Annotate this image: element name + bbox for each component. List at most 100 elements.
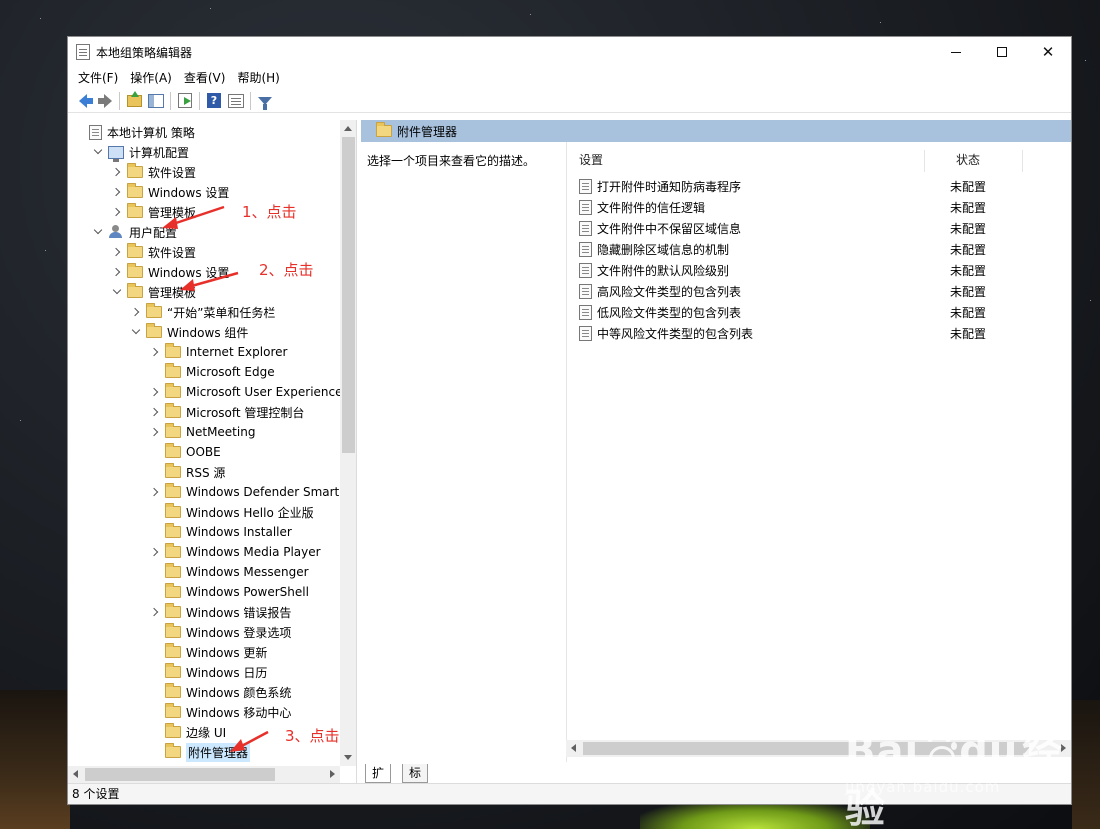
tree-item[interactable]: Microsoft 管理控制台 — [148, 402, 304, 422]
tree-item[interactable]: Windows 登录选项 — [148, 622, 291, 642]
scroll-thumb[interactable] — [342, 137, 355, 453]
tree-item[interactable]: Windows Messenger — [148, 562, 309, 582]
chevron-glyph — [93, 145, 103, 155]
chevron-right-icon[interactable] — [110, 242, 124, 262]
tree-item[interactable]: 软件设置 — [110, 162, 196, 182]
chevron-right-icon[interactable] — [148, 482, 162, 502]
chevron-right-icon[interactable] — [148, 422, 162, 442]
star — [40, 18, 41, 19]
tree-item-label: Windows Defender SmartScre — [186, 485, 357, 499]
scroll-left-icon[interactable] — [73, 770, 78, 778]
tree-horizontal-scrollbar[interactable] — [68, 766, 340, 783]
tree-item[interactable]: NetMeeting — [148, 422, 255, 442]
chevron-glyph — [131, 325, 141, 335]
tree-item[interactable]: Microsoft Edge — [148, 362, 275, 382]
tree-item[interactable]: Windows Installer — [148, 522, 292, 542]
tree-item[interactable]: Windows Defender SmartScre — [148, 482, 357, 502]
table-row[interactable]: 中等风险文件类型的包含列表 未配置 — [579, 323, 1039, 344]
table-row[interactable]: 文件附件的默认风险级别 未配置 — [579, 260, 1039, 281]
tree-item[interactable]: Microsoft User Experience Vi — [148, 382, 356, 402]
scroll-up-icon[interactable] — [344, 126, 352, 131]
table-row[interactable]: 文件附件中不保留区域信息 未配置 — [579, 218, 1039, 239]
forward-button[interactable] — [94, 90, 116, 112]
chevron-right-icon[interactable] — [110, 162, 124, 182]
chevron-right-icon[interactable] — [148, 402, 162, 422]
tree-item[interactable]: Windows 颜色系统 — [148, 682, 291, 702]
tree-item[interactable]: Windows 移动中心 — [148, 702, 291, 722]
computer-icon — [108, 145, 124, 162]
filter-button[interactable] — [254, 90, 276, 112]
tree-item[interactable]: Windows 错误报告 — [148, 602, 291, 622]
column-header-setting[interactable]: 设置 — [579, 150, 603, 170]
setting-name: 中等风险文件类型的包含列表 — [597, 327, 754, 341]
table-row[interactable]: 隐藏删除区域信息的机制 未配置 — [579, 239, 1039, 260]
folder-icon — [165, 503, 181, 518]
toolbar-separator — [199, 91, 200, 110]
chevron-right-icon[interactable] — [148, 542, 162, 562]
menu-view[interactable]: 查看(V) — [178, 67, 232, 89]
tree-item-label: Windows Media Player — [186, 545, 321, 559]
chevron-down-icon[interactable] — [91, 142, 105, 162]
toolbar: ? — [68, 89, 1071, 113]
folder-icon — [165, 663, 181, 678]
help-button[interactable]: ? — [203, 90, 225, 112]
chevron-right-icon[interactable] — [129, 302, 143, 322]
menu-file[interactable]: 文件(F) — [72, 67, 124, 89]
scroll-thumb[interactable] — [85, 768, 275, 781]
tree-item[interactable]: Windows 组件 — [129, 322, 248, 342]
tree-item-label: Windows 更新 — [186, 645, 268, 660]
chevron-glyph — [111, 187, 121, 197]
show-hide-tree-button[interactable] — [145, 90, 167, 112]
tree-item[interactable]: Windows 日历 — [148, 662, 267, 682]
up-one-level-button[interactable] — [123, 90, 145, 112]
tree-item[interactable]: “开始”菜单和任务栏 — [129, 302, 275, 322]
table-row[interactable]: 高风险文件类型的包含列表 未配置 — [579, 281, 1039, 302]
back-button[interactable] — [72, 90, 94, 112]
chevron-right-icon[interactable] — [110, 182, 124, 202]
tab-standard[interactable]: 标准 — [402, 764, 429, 799]
tree-item[interactable]: 软件设置 — [110, 242, 196, 262]
chevron-right-icon[interactable] — [148, 602, 162, 622]
column-divider[interactable] — [1022, 150, 1023, 172]
title-bar[interactable]: 本地组策略编辑器 ✕ — [68, 37, 1071, 67]
tree-vertical-scrollbar[interactable] — [340, 120, 356, 766]
menu-help[interactable]: 帮助(H) — [231, 67, 285, 89]
chevron-right-icon[interactable] — [110, 262, 124, 282]
tree-item[interactable]: Windows PowerShell — [148, 582, 309, 602]
table-row[interactable]: 打开附件时通知防病毒程序 未配置 — [579, 176, 1039, 197]
tree-item[interactable]: OOBE — [148, 442, 221, 462]
tree-item[interactable]: RSS 源 — [148, 462, 225, 482]
close-button[interactable]: ✕ — [1025, 37, 1071, 67]
tree-item[interactable]: Internet Explorer — [148, 342, 287, 362]
maximize-button[interactable] — [979, 37, 1025, 67]
scroll-right-icon[interactable] — [330, 770, 335, 778]
properties-button[interactable] — [225, 90, 247, 112]
chevron-right-icon[interactable] — [148, 382, 162, 402]
tree-item[interactable]: Windows Hello 企业版 — [148, 502, 314, 522]
tree-item[interactable]: Windows Media Player — [148, 542, 321, 562]
export-list-button[interactable] — [174, 90, 196, 112]
chevron-down-icon[interactable] — [110, 282, 124, 302]
folder-icon — [376, 122, 392, 137]
scroll-left-icon[interactable] — [571, 744, 576, 752]
column-header-state[interactable]: 状态 — [956, 150, 980, 170]
table-row[interactable]: 低风险文件类型的包含列表 未配置 — [579, 302, 1039, 323]
chevron-down-icon[interactable] — [129, 322, 143, 342]
tree-item[interactable]: Windows 设置 — [110, 182, 229, 202]
tree-item[interactable]: Windows 更新 — [148, 642, 267, 662]
tree-item[interactable]: 边缘 UI — [148, 722, 226, 742]
chevron-right-icon[interactable] — [110, 202, 124, 222]
setting-name: 高风险文件类型的包含列表 — [597, 285, 742, 299]
setting-state: 未配置 — [950, 306, 987, 320]
scroll-down-icon[interactable] — [344, 755, 352, 760]
table-row[interactable]: 文件附件的信任逻辑 未配置 — [579, 197, 1039, 218]
menu-action[interactable]: 操作(A) — [124, 67, 178, 89]
tree-item[interactable]: 计算机配置 — [91, 142, 189, 162]
tree-item[interactable]: 本地计算机 策略 — [72, 122, 195, 142]
tab-extended[interactable]: 扩展 — [365, 764, 392, 799]
chevron-down-icon[interactable] — [91, 222, 105, 242]
chevron-right-icon[interactable] — [148, 342, 162, 362]
minimize-button[interactable] — [933, 37, 979, 67]
column-divider[interactable] — [924, 150, 925, 172]
